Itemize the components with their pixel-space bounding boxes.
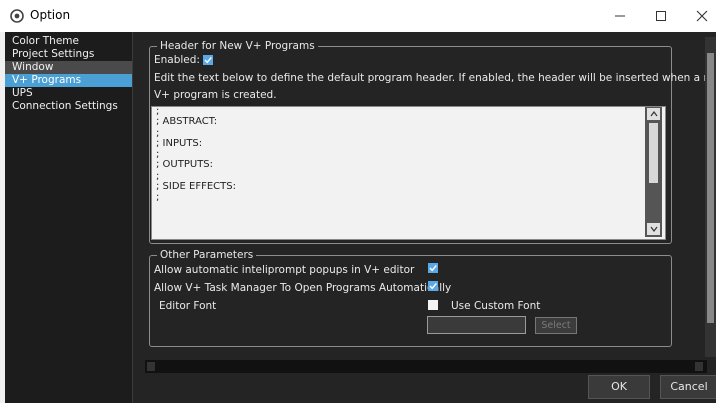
editor-line: ; [156, 192, 160, 203]
editor-line: ; [156, 106, 160, 117]
panel-horizontal-scrollbar[interactable] [145, 360, 707, 373]
sidebar-item-color-theme[interactable]: Color Theme [5, 35, 132, 48]
enabled-label: Enabled: [154, 54, 200, 66]
sidebar-item-connection-settings[interactable]: Connection Settings [5, 100, 132, 113]
custom-font-checkbox[interactable] [428, 300, 438, 310]
sidebar-item-ups[interactable]: UPS [5, 87, 132, 100]
editor-line: ; [156, 127, 160, 139]
sidebar-item-v-programs[interactable]: V+ Programs [5, 74, 132, 87]
description-line-1: Edit the text below to define the defaul… [154, 72, 716, 84]
description-line-2: V+ program is created. [154, 89, 277, 101]
title-bar: Option [0, 0, 716, 32]
category-sidebar: Color Theme Project Settings Window V+ P… [5, 32, 133, 403]
close-button[interactable] [680, 4, 716, 28]
select-font-button[interactable]: Select [535, 317, 577, 334]
maximize-button[interactable] [639, 4, 683, 28]
panel-scroll-thumb[interactable] [707, 53, 714, 323]
cancel-button[interactable]: Cancel [660, 375, 716, 399]
scroll-down-button[interactable] [647, 223, 660, 235]
close-icon [696, 10, 708, 22]
task-manager-label: Allow V+ Task Manager To Open Programs A… [154, 282, 452, 294]
option-gear-icon [10, 9, 24, 23]
font-name-field[interactable] [427, 316, 526, 334]
scroll-up-button[interactable] [647, 108, 660, 120]
custom-font-label: Use Custom Font [451, 300, 541, 312]
task-manager-checkbox[interactable] [428, 281, 438, 291]
minimize-button[interactable] [598, 4, 642, 28]
window-title: Option [30, 8, 71, 22]
sidebar-item-project-settings[interactable]: Project Settings [5, 48, 132, 61]
editor-scrollbar[interactable] [645, 107, 662, 237]
editor-line: ; INPUTS: [156, 137, 203, 149]
other-parameters-legend: Other Parameters [157, 249, 257, 261]
header-group-legend: Header for New V+ Programs [157, 40, 318, 52]
ok-button[interactable]: OK [588, 375, 650, 399]
enabled-checkbox[interactable] [203, 55, 213, 65]
editor-line: ; [156, 170, 160, 182]
scroll-left-button[interactable] [147, 362, 155, 371]
settings-panel: Header for New V+ Programs Enabled: Edit… [145, 37, 716, 365]
editor-line: ; [156, 149, 160, 160]
maximize-icon [656, 11, 666, 21]
sidebar-item-window[interactable]: Window [5, 61, 132, 74]
chevron-down-icon [650, 226, 657, 232]
editor-line: ; ABSTRACT: [156, 116, 218, 127]
chevron-up-icon [650, 111, 657, 117]
editor-line: ; OUTPUTS: [156, 159, 214, 170]
editor-scroll-thumb[interactable] [649, 123, 658, 183]
editor-font-label: Editor Font [159, 300, 217, 312]
header-text-editor[interactable]: ; ; ABSTRACT: ; ; INPUTS: ; ; OUTPUTS: ;… [151, 106, 666, 240]
intelliprompt-label: Allow automatic inteliprompt popups in V… [154, 264, 415, 276]
editor-line: ; SIDE EFFECTS: [156, 180, 236, 192]
minimize-icon [615, 15, 625, 17]
intelliprompt-checkbox[interactable] [428, 263, 438, 273]
scroll-right-button[interactable] [695, 362, 703, 371]
panel-vertical-scrollbar[interactable] [705, 37, 716, 357]
